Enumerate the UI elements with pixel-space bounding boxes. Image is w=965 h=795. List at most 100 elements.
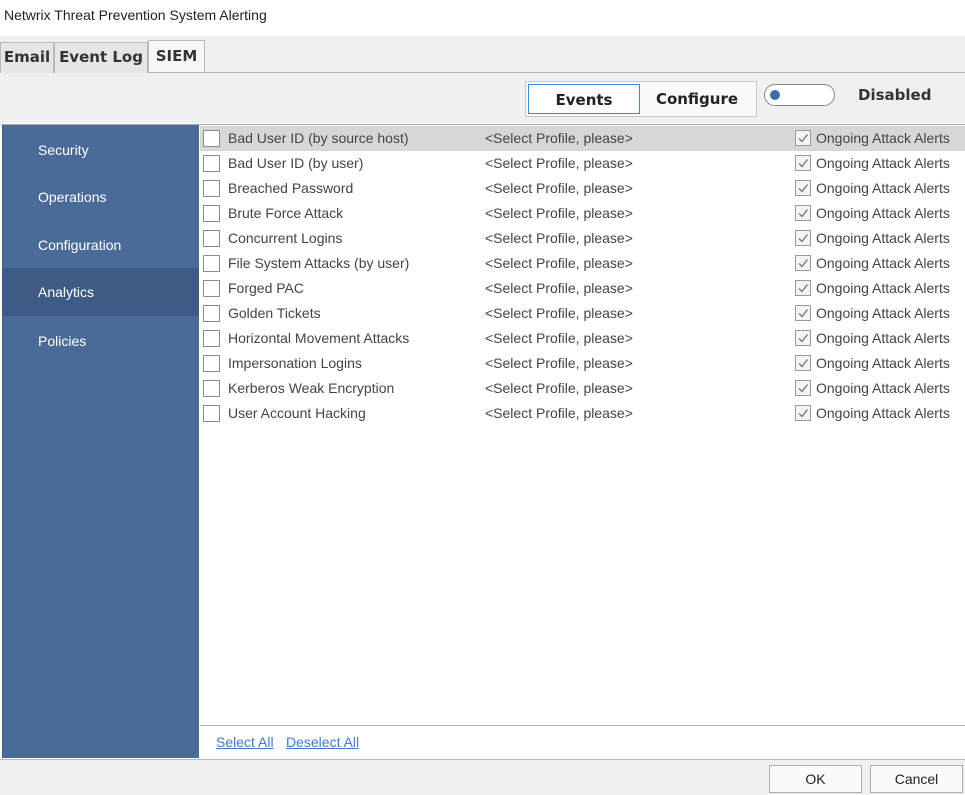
profile-selector[interactable]: <Select Profile, please> — [485, 255, 633, 271]
checkmark-icon — [798, 259, 809, 268]
table-row[interactable]: Forged PAC <Select Profile, please> Ongoin… — [200, 276, 965, 301]
ongoing-alerts-label: Ongoing Attack Alerts — [816, 405, 950, 421]
ongoing-alerts-label: Ongoing Attack Alerts — [816, 380, 950, 396]
ongoing-alerts-label: Ongoing Attack Alerts — [816, 180, 950, 196]
checkmark-icon — [798, 134, 809, 143]
sidebar-item-analytics[interactable]: Analytics — [3, 268, 199, 316]
analytic-enable-checkbox[interactable] — [203, 380, 220, 397]
analytic-name: User Account Hacking — [228, 405, 366, 421]
analytic-enable-checkbox[interactable] — [203, 330, 220, 347]
profile-selector[interactable]: <Select Profile, please> — [485, 305, 633, 321]
ongoing-alerts-checkbox[interactable] — [795, 330, 811, 346]
profile-selector[interactable]: <Select Profile, please> — [485, 130, 633, 146]
analytic-name: File System Attacks (by user) — [228, 255, 410, 271]
ongoing-alerts-checkbox[interactable] — [795, 305, 811, 321]
ok-button[interactable]: OK — [769, 765, 862, 793]
table-row[interactable]: Horizontal Movement Attacks <Select Profi… — [200, 326, 965, 351]
table-row[interactable]: Golden Tickets <Select Profile, please> On… — [200, 301, 965, 326]
analytic-name: Bad User ID (by user) — [228, 155, 364, 171]
table-row[interactable]: User Account Hacking <Select Profile, ple… — [200, 401, 965, 426]
ongoing-alerts-checkbox[interactable] — [795, 230, 811, 246]
analytic-enable-checkbox[interactable] — [203, 230, 220, 247]
table-row[interactable]: Brute Force Attack <Select Profile, pleas… — [200, 201, 965, 226]
tab-siem[interactable]: SIEM — [148, 40, 205, 72]
select-all-link[interactable]: Select All — [216, 734, 274, 750]
ongoing-alerts-label: Ongoing Attack Alerts — [816, 255, 950, 271]
table-row[interactable]: Breached Password <Select Profile, please… — [200, 176, 965, 201]
sidebar-item-configuration[interactable]: Configuration — [3, 221, 199, 269]
siem-enable-toggle[interactable] — [764, 84, 835, 106]
checkmark-icon — [798, 334, 809, 343]
window-title: Netwrix Threat Prevention System Alertin… — [4, 7, 267, 23]
view-switcher: Events Configure — [525, 81, 757, 117]
ongoing-alerts-checkbox[interactable] — [795, 405, 811, 421]
table-row[interactable]: Bad User ID (by source host) <Select Prof… — [200, 126, 965, 151]
tab-event-log[interactable]: Event Log — [54, 42, 148, 73]
table-row[interactable]: File System Attacks (by user) <Select Pro… — [200, 251, 965, 276]
analytic-name: Kerberos Weak Encryption — [228, 380, 395, 396]
ongoing-alerts-label: Ongoing Attack Alerts — [816, 305, 950, 321]
events-button[interactable]: Events — [528, 84, 640, 114]
profile-selector[interactable]: <Select Profile, please> — [485, 380, 633, 396]
checkmark-icon — [798, 184, 809, 193]
checkmark-icon — [798, 209, 809, 218]
profile-selector[interactable]: <Select Profile, please> — [485, 355, 633, 371]
dialog-button-bar: OK Cancel — [0, 759, 965, 795]
profile-selector[interactable]: <Select Profile, please> — [485, 230, 633, 246]
analytic-enable-checkbox[interactable] — [203, 155, 220, 172]
tab-email[interactable]: Email — [0, 42, 54, 73]
sidebar-item-policies[interactable]: Policies — [3, 317, 199, 365]
ongoing-alerts-checkbox[interactable] — [795, 255, 811, 271]
analytic-enable-checkbox[interactable] — [203, 130, 220, 147]
table-row[interactable]: Impersonation Logins <Select Profile, ple… — [200, 351, 965, 376]
analytic-name: Breached Password — [228, 180, 354, 196]
ongoing-alerts-checkbox[interactable] — [795, 130, 811, 146]
analytic-enable-checkbox[interactable] — [203, 305, 220, 322]
toggle-knob — [770, 90, 780, 100]
tab-strip: Email Event Log SIEM — [0, 36, 965, 73]
analytic-enable-checkbox[interactable] — [203, 180, 220, 197]
profile-selector[interactable]: <Select Profile, please> — [485, 330, 633, 346]
checkmark-icon — [798, 359, 809, 368]
cancel-button[interactable]: Cancel — [870, 765, 963, 793]
analytics-list: Bad User ID (by source host) <Select Prof… — [200, 126, 965, 725]
checkmark-icon — [798, 284, 809, 293]
configure-button[interactable]: Configure — [642, 84, 752, 114]
checkmark-icon — [798, 409, 809, 418]
ongoing-alerts-label: Ongoing Attack Alerts — [816, 155, 950, 171]
ongoing-alerts-checkbox[interactable] — [795, 280, 811, 296]
deselect-all-link[interactable]: Deselect All — [286, 734, 359, 750]
profile-selector[interactable]: <Select Profile, please> — [485, 280, 633, 296]
ongoing-alerts-label: Ongoing Attack Alerts — [816, 130, 950, 146]
checkmark-icon — [798, 384, 809, 393]
ongoing-alerts-label: Ongoing Attack Alerts — [816, 280, 950, 296]
analytic-name: Golden Tickets — [228, 305, 321, 321]
sidebar: Security Operations Configuration Analyt… — [2, 125, 199, 758]
table-row[interactable]: Concurrent Logins <Select Profile, please… — [200, 226, 965, 251]
analytic-enable-checkbox[interactable] — [203, 205, 220, 222]
ongoing-alerts-checkbox[interactable] — [795, 180, 811, 196]
analytic-enable-checkbox[interactable] — [203, 255, 220, 272]
profile-selector[interactable]: <Select Profile, please> — [485, 180, 633, 196]
ongoing-alerts-label: Ongoing Attack Alerts — [816, 205, 950, 221]
sidebar-item-operations[interactable]: Operations — [3, 173, 199, 221]
table-row[interactable]: Kerberos Weak Encryption <Select Profile,… — [200, 376, 965, 401]
analytic-enable-checkbox[interactable] — [203, 405, 220, 422]
analytic-name: Brute Force Attack — [228, 205, 344, 221]
ongoing-alerts-checkbox[interactable] — [795, 155, 811, 171]
ongoing-alerts-checkbox[interactable] — [795, 205, 811, 221]
ongoing-alerts-checkbox[interactable] — [795, 355, 811, 371]
ongoing-alerts-checkbox[interactable] — [795, 380, 811, 396]
analytic-name: Horizontal Movement Attacks — [228, 330, 410, 346]
list-footer: Select All Deselect All — [200, 725, 965, 758]
profile-selector[interactable]: <Select Profile, please> — [485, 205, 633, 221]
profile-selector[interactable]: <Select Profile, please> — [485, 405, 633, 421]
table-row[interactable]: Bad User ID (by user) <Select Profile, pl… — [200, 151, 965, 176]
analytic-name: Impersonation Logins — [228, 355, 362, 371]
analytic-enable-checkbox[interactable] — [203, 280, 220, 297]
ongoing-alerts-label: Ongoing Attack Alerts — [816, 230, 950, 246]
profile-selector[interactable]: <Select Profile, please> — [485, 155, 633, 171]
sidebar-item-security[interactable]: Security — [3, 126, 199, 174]
analytic-enable-checkbox[interactable] — [203, 355, 220, 372]
analytic-name: Forged PAC — [228, 280, 304, 296]
